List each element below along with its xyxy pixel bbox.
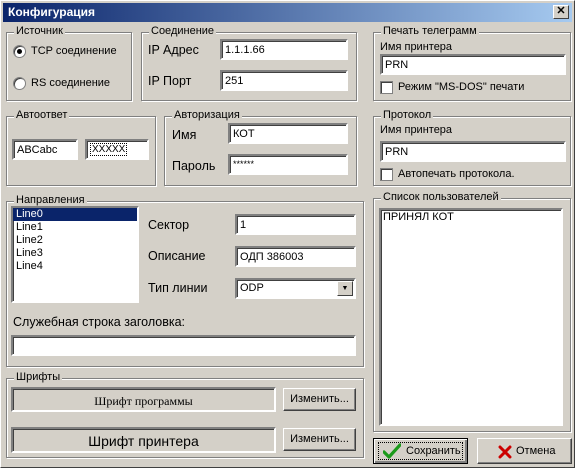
ip-port-input[interactable]: 251 [220,70,348,91]
autoanswer-legend: Автоответ [14,109,70,121]
cancel-x-icon [498,445,512,459]
printer-font-preview: Шрифт принтера [11,427,276,453]
direction-item[interactable]: Line3 [13,247,137,260]
telegram-printer-label: Имя принтера [380,41,453,53]
direction-item[interactable]: Line2 [13,234,137,247]
auth-password-input[interactable]: ****** [228,154,348,175]
protocol-legend: Протокол [381,109,434,121]
config-dialog: Конфигурация ✕ Источник TCP соединение R… [0,0,575,468]
fonts-legend: Шрифты [14,371,63,383]
autoanswer-input-2[interactable]: XXXXX [85,139,149,160]
protocol-group: Протокол Имя принтера PRN Автопечать про… [373,109,571,186]
autoanswer-input-1[interactable]: ABCabc [12,139,78,160]
directions-group: Направления Line0 Line1 Line2 Line3 Line… [6,194,364,367]
telegram-printer-input[interactable]: PRN [380,54,566,75]
rs-label[interactable]: RS соединение [31,77,110,89]
checkmark-icon [383,443,401,459]
window-title: Конфигурация [8,5,96,19]
connection-legend: Соединение [149,25,217,37]
source-group: Источник TCP соединение RS соединение [6,25,132,101]
header-line-input[interactable] [11,335,356,356]
users-listbox[interactable]: ПРИНЯЛ КОТ [379,208,563,426]
users-group: Список пользователей ПРИНЯЛ КОТ [373,191,571,432]
sector-label: Сектор [148,218,190,232]
change-printer-font-button[interactable]: Изменить... [283,428,356,451]
sector-input[interactable]: 1 [235,214,356,235]
telegram-print-legend: Печать телеграмм [381,25,479,37]
header-line-label: Служебная строка заголовка: [13,315,186,329]
direction-item[interactable]: Line1 [13,221,137,234]
cancel-label: Отмена [516,445,556,457]
chevron-down-icon[interactable]: ▼ [337,281,353,296]
close-icon: ✕ [556,5,566,17]
direction-item[interactable]: Line0 [13,208,137,221]
msdos-mode-label[interactable]: Режим "MS-DOS" печати [398,81,524,93]
fonts-group: Шрифты Шрифт программы Изменить... Шрифт… [6,371,364,458]
auth-name-label: Имя [172,128,197,142]
directions-legend: Направления [14,194,87,206]
rs-radio[interactable] [13,77,26,90]
change-program-font-button[interactable]: Изменить... [283,388,356,411]
autoanswer-group: Автоответ ABCabc XXXXX [6,109,156,186]
users-legend: Список пользователей [381,191,501,203]
authorization-group: Авторизация Имя КОТ Пароль ****** [164,109,357,186]
close-button[interactable]: ✕ [553,5,569,19]
directions-listbox[interactable]: Line0 Line1 Line2 Line3 Line4 [11,206,139,303]
telegram-print-group: Печать телеграмм Имя принтера PRN Режим … [373,25,571,101]
protocol-printer-input[interactable]: PRN [380,141,566,162]
line-type-select[interactable]: ODP ▼ [235,278,356,299]
ip-port-label: IP Порт [148,74,192,88]
save-label: Сохранить [406,445,461,457]
autoprint-checkbox[interactable] [380,168,393,181]
description-input[interactable]: ОДП 386003 [235,246,356,267]
program-font-preview: Шрифт программы [11,387,276,412]
autoanswer-input-2-text: XXXXX [90,143,128,156]
authorization-legend: Авторизация [172,109,242,121]
ip-address-input[interactable]: 1.1.1.66 [220,39,348,60]
save-button[interactable]: Сохранить [373,438,468,464]
source-legend: Источник [14,25,65,37]
ip-address-label: IP Адрес [148,43,199,57]
msdos-mode-checkbox[interactable] [380,81,393,94]
line-type-label: Тип линии [148,281,208,295]
autoprint-label[interactable]: Автопечать протокола. [398,168,515,180]
connection-group: Соединение IP Адрес 1.1.1.66 IP Порт 251 [141,25,357,101]
protocol-printer-label: Имя принтера [380,124,453,136]
direction-item[interactable]: Line4 [13,260,137,273]
user-item[interactable]: ПРИНЯЛ КОТ [381,211,561,224]
tcp-radio[interactable] [13,45,26,58]
title-bar[interactable]: Конфигурация ✕ [3,3,572,22]
description-label: Описание [148,249,206,263]
auth-name-input[interactable]: КОТ [228,123,348,144]
line-type-value: ODP [240,282,264,294]
cancel-button[interactable]: Отмена [477,438,572,464]
auth-password-label: Пароль [172,159,216,173]
tcp-label[interactable]: TCP соединение [31,45,117,57]
